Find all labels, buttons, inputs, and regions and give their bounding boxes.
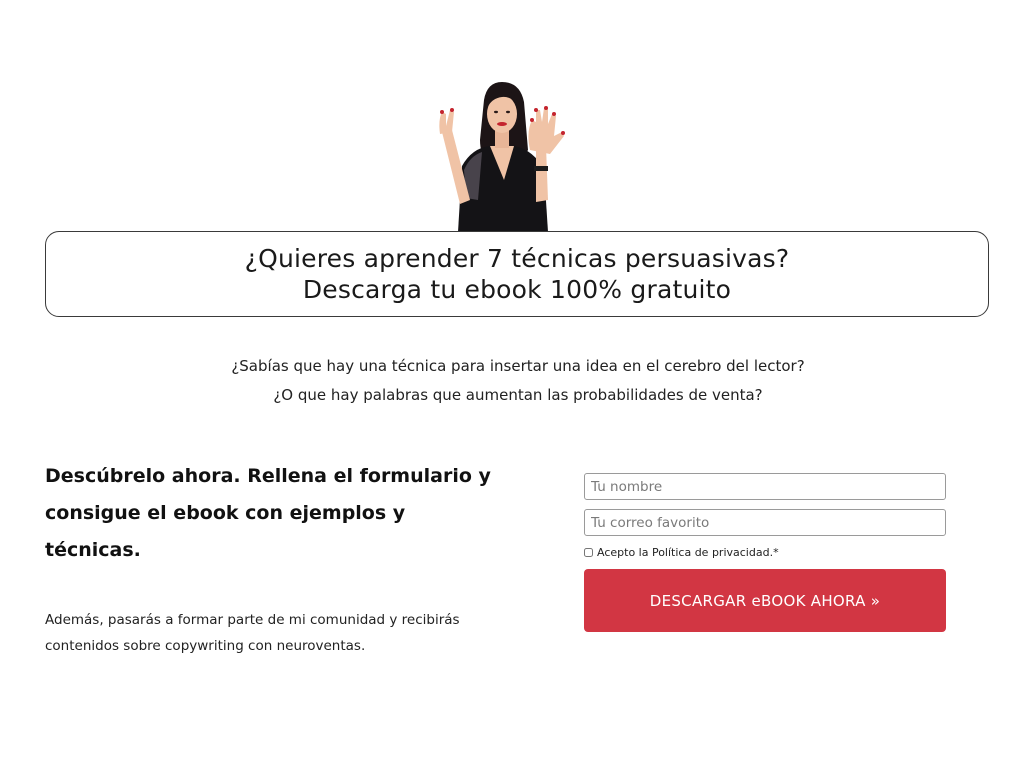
wristwatch — [534, 166, 548, 171]
headline-box: ¿Quieres aprender 7 técnicas persuasivas… — [45, 231, 989, 317]
intro-line-1: ¿Sabías que hay una técnica para inserta… — [231, 357, 805, 375]
cta-heading-line-1: Descúbrelo ahora. Rellena el formulario … — [45, 465, 491, 487]
download-ebook-button[interactable]: DESCARGAR eBOOK AHORA » — [584, 569, 946, 632]
name-input[interactable] — [584, 473, 946, 500]
privacy-label: Acepto la Política de privacidad.* — [597, 546, 779, 559]
headline-line-1: ¿Quieres aprender 7 técnicas persuasivas… — [244, 244, 790, 273]
hand-right — [528, 108, 564, 154]
cta-column: Descúbrelo ahora. Rellena el formulario … — [45, 458, 515, 659]
eye-right — [506, 110, 510, 114]
cta-sub-line-2: contenidos sobre copywriting con neurove… — [45, 638, 366, 654]
cta-heading: Descúbrelo ahora. Rellena el formulario … — [45, 458, 515, 569]
hero-image — [439, 82, 565, 232]
lips — [497, 122, 507, 126]
email-input[interactable] — [584, 509, 946, 536]
cta-subtext: Además, pasarás a formar parte de mi com… — [45, 607, 515, 659]
cta-heading-line-2: consigue el ebook con ejemplos y — [45, 502, 406, 524]
intro-text: ¿Sabías que hay una técnica para inserta… — [0, 352, 1024, 410]
ebook-signup-form: Acepto la Política de privacidad.* DESCA… — [584, 473, 946, 632]
intro-line-2: ¿O que hay palabras que aumentan las pro… — [273, 386, 763, 404]
privacy-checkbox[interactable] — [584, 548, 593, 557]
headline-line-2: Descarga tu ebook 100% gratuito — [302, 275, 732, 304]
cta-sub-line-1: Además, pasarás a formar parte de mi com… — [45, 612, 460, 628]
arm-right — [536, 146, 548, 202]
cta-heading-line-3: técnicas. — [45, 539, 141, 561]
privacy-consent[interactable]: Acepto la Política de privacidad.* — [584, 546, 946, 559]
eye-left — [494, 110, 498, 114]
